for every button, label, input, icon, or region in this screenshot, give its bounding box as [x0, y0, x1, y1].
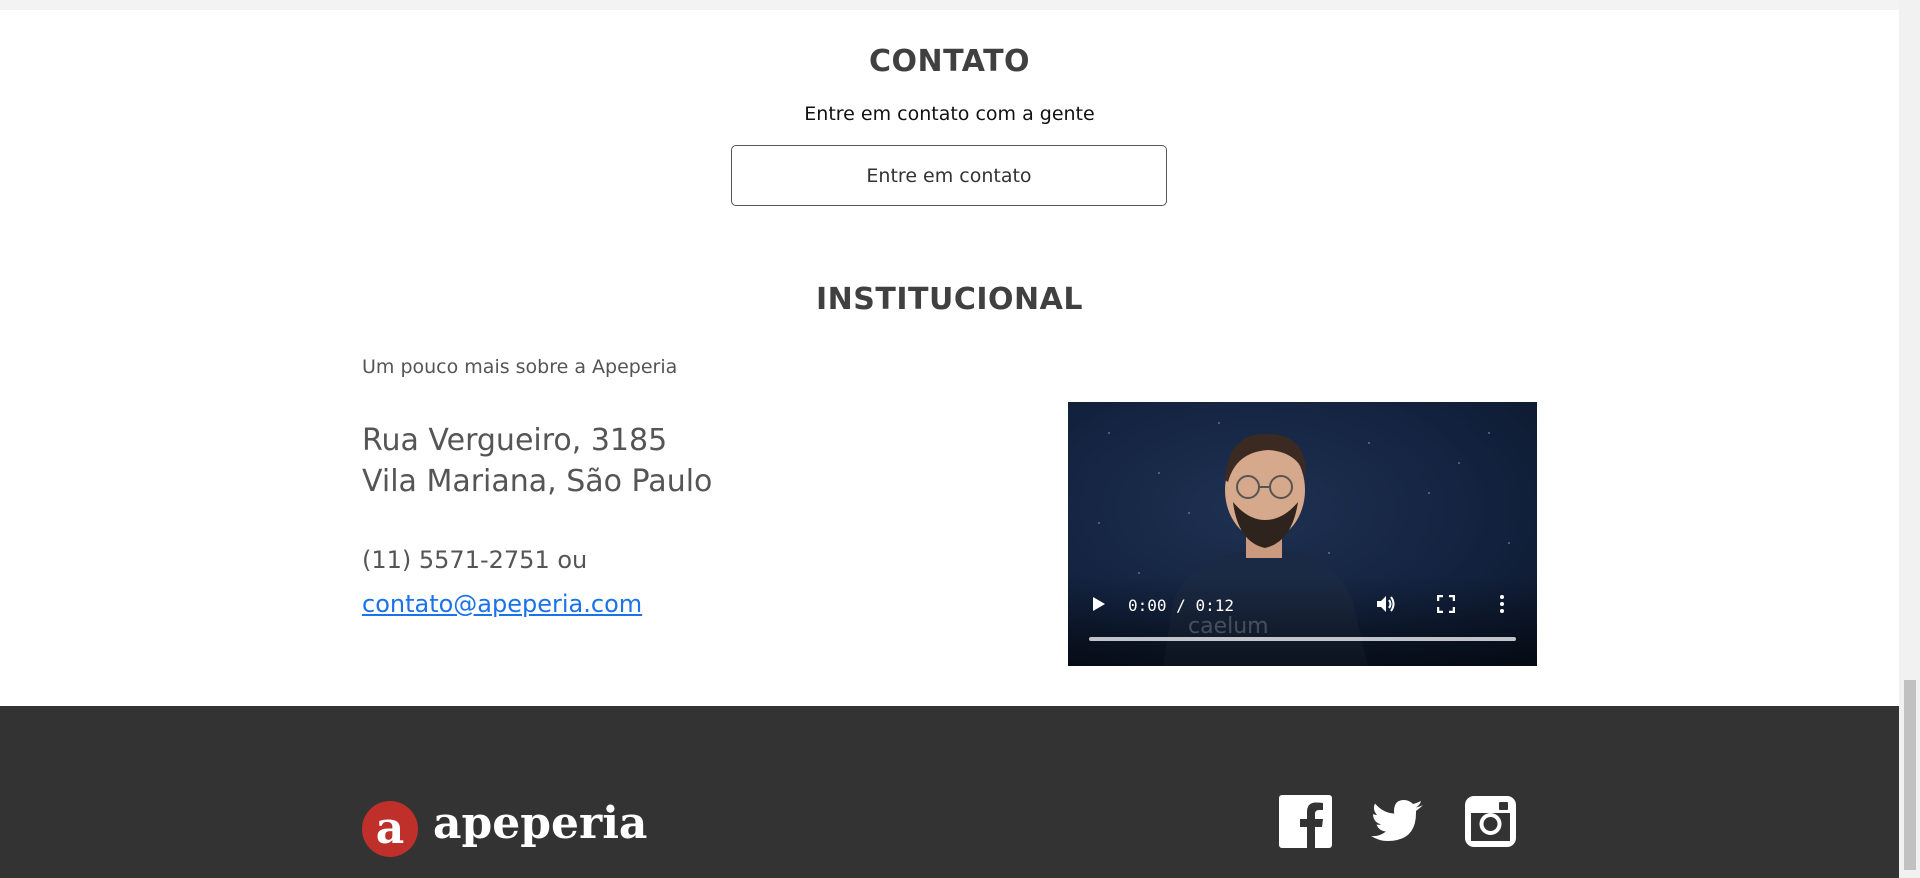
instagram-icon[interactable] [1464, 795, 1517, 848]
scrollbar-thumb[interactable] [1904, 680, 1916, 870]
contact-subtitle: Entre em contato com a gente [804, 103, 1095, 125]
phone-number: (11) 5571-2751 ou [362, 546, 588, 574]
video-time: 0:00 / 0:12 [1128, 596, 1234, 615]
brand-name[interactable]: apeperia [433, 798, 647, 849]
video-progress-bar[interactable] [1089, 637, 1516, 641]
email-link[interactable]: contato@apeperia.com [362, 590, 642, 618]
footer [0, 706, 1899, 878]
contact-heading: CONTATO [868, 44, 1031, 79]
fullscreen-icon[interactable] [1437, 595, 1455, 613]
volume-icon[interactable] [1375, 594, 1397, 614]
play-icon[interactable] [1088, 594, 1108, 614]
twitter-icon[interactable] [1371, 795, 1424, 848]
video-controls-shade [1068, 576, 1537, 666]
institutional-subtitle: Um pouco mais sobre a Apeperia [362, 356, 678, 378]
video-player[interactable]: caelum 0:00 / 0:12 [1068, 402, 1537, 666]
address: Rua Vergueiro, 3185 Vila Mariana, São Pa… [362, 420, 712, 502]
address-line-street: Rua Vergueiro, 3185 [362, 423, 668, 458]
video-duration: 0:12 [1195, 596, 1234, 615]
video-watermark: caelum [1188, 614, 1269, 639]
more-options-icon[interactable] [1498, 594, 1506, 614]
contact-button[interactable]: Entre em contato [731, 145, 1167, 206]
video-time-separator: / [1166, 596, 1196, 615]
video-current-time: 0:00 [1128, 596, 1167, 615]
facebook-icon[interactable] [1279, 795, 1332, 848]
institutional-heading: INSTITUCIONAL [816, 282, 1083, 317]
address-line-city: Vila Mariana, São Paulo [362, 464, 713, 499]
page: CONTATO Entre em contato com a gente Ent… [0, 0, 1920, 878]
logo-icon[interactable]: a [362, 801, 418, 857]
